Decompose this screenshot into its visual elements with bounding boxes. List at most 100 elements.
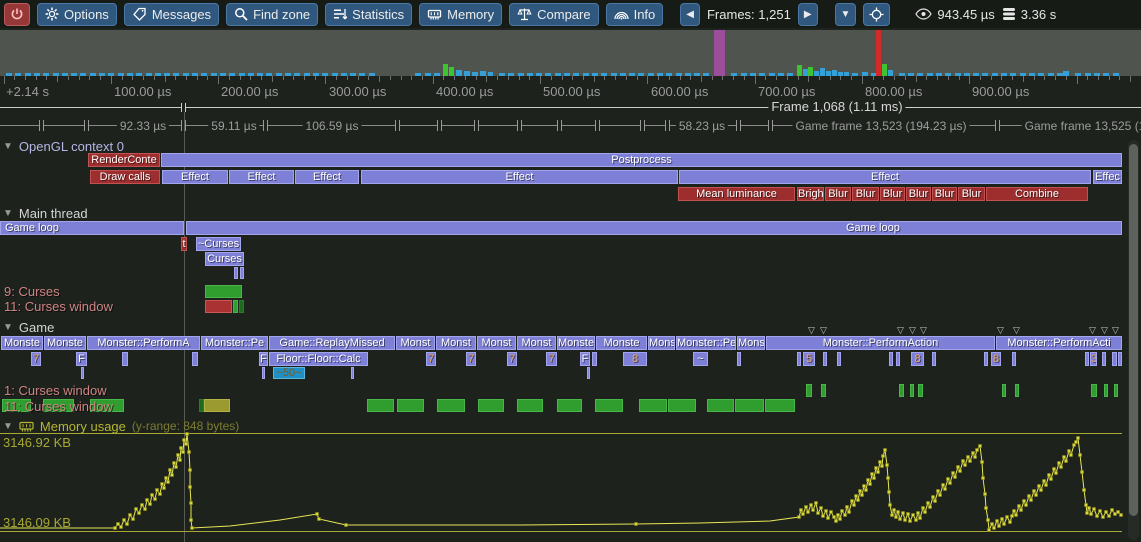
lock-zone-bar[interactable] (899, 384, 904, 397)
lock-zone-bar[interactable] (205, 285, 242, 298)
zone-bar[interactable]: 7 (31, 352, 41, 366)
frame-bar[interactable] (876, 30, 881, 76)
lock-zone-bar[interactable] (918, 384, 923, 397)
zone-bar[interactable]: Monst (436, 336, 476, 350)
lock-zone-bar[interactable] (639, 399, 667, 412)
prev-frame-button[interactable]: ◀ (680, 3, 700, 26)
lock-zone-bar[interactable] (735, 399, 764, 412)
zone-bar[interactable]: ~Curses (196, 237, 241, 251)
zone-bar[interactable] (823, 352, 827, 366)
zone-bar[interactable]: Mean luminance (678, 187, 795, 201)
zone-bar[interactable]: t (181, 237, 187, 251)
zone-bar[interactable] (1102, 352, 1106, 366)
zone-bar[interactable] (122, 352, 128, 366)
zone-bar[interactable] (240, 267, 244, 279)
zone-bar[interactable]: Monst (517, 336, 556, 350)
frame-bar[interactable] (882, 64, 887, 76)
lock-zone-bar[interactable] (821, 384, 826, 397)
frame-bar[interactable] (808, 67, 813, 76)
zone-bar[interactable]: Blur (825, 187, 851, 201)
memory-usage-chart[interactable] (0, 418, 1141, 542)
lock-zone-bar[interactable] (765, 399, 795, 412)
message-marker-icon[interactable]: ▽ (1013, 326, 1020, 335)
compare-button[interactable]: Compare (509, 3, 598, 26)
thread-header-opengl[interactable]: ▼ OpenGL context 0 (3, 139, 124, 153)
frame-separators[interactable]: 92.33 µs59.11 µs106.59 µs58.23 µsGame fr… (0, 118, 1141, 134)
collapse-icon[interactable]: ▼ (3, 208, 13, 219)
zone-bar[interactable]: Monster::Pe (201, 336, 268, 350)
frame-boundary-line[interactable]: Frame 1,068 (1.11 ms) (0, 100, 1141, 114)
zone-bar[interactable]: Monste (1, 336, 43, 350)
zone-bar[interactable]: Monster::PerformActi (996, 336, 1122, 350)
frame-time-graph[interactable] (0, 30, 1141, 76)
frame-bar[interactable] (820, 68, 825, 76)
message-marker-icon[interactable]: ▽ (897, 326, 904, 335)
zone-bar[interactable] (1118, 352, 1122, 366)
lock-zone-bar[interactable] (517, 399, 543, 412)
collapse-frames-button[interactable]: ▼ (835, 3, 857, 26)
zone-bar[interactable]: Game loop (186, 221, 1122, 235)
zone-bar[interactable]: Combine (986, 187, 1088, 201)
zone-bar[interactable] (351, 367, 354, 379)
zone-bar[interactable]: 7 (546, 352, 557, 366)
zone-bar[interactable]: Blur (852, 187, 879, 201)
zone-bar[interactable]: Monst (477, 336, 516, 350)
memory-button[interactable]: Memory (419, 3, 502, 26)
message-marker-icon[interactable]: ▽ (997, 326, 1004, 335)
zone-bar[interactable]: Floor::Floor::Calc (269, 352, 368, 366)
scrollbar-thumb[interactable] (1129, 144, 1138, 516)
zone-bar[interactable]: Monste (596, 336, 647, 350)
zone-bar[interactable] (737, 352, 741, 366)
zone-bar[interactable] (587, 367, 590, 379)
lock-zone-bar[interactable] (205, 300, 232, 313)
lock-zone-bar[interactable] (668, 399, 696, 412)
statistics-button[interactable]: Statistics (325, 3, 412, 26)
zone-bar[interactable]: Draw calls (90, 170, 160, 184)
zone-bar[interactable]: Postprocess (161, 153, 1122, 167)
zone-bar[interactable]: ~50~ (273, 367, 305, 379)
message-marker-icon[interactable]: ▽ (909, 326, 916, 335)
lock-zone-bar[interactable] (1015, 384, 1019, 397)
zone-bar[interactable] (192, 352, 198, 366)
lock-zone-bar[interactable] (397, 399, 424, 412)
zone-bar[interactable]: Blur (958, 187, 985, 201)
collapse-icon[interactable]: ▼ (3, 322, 13, 333)
lock-zone-bar[interactable] (233, 300, 238, 313)
zone-bar[interactable]: 7 (466, 352, 476, 366)
zone-bar[interactable] (1012, 352, 1016, 366)
zone-bar[interactable]: F (76, 352, 87, 366)
vertical-scrollbar[interactable] (1128, 140, 1139, 540)
lock-zone-bar[interactable] (1091, 384, 1097, 397)
zone-bar[interactable] (896, 352, 900, 366)
zone-bar[interactable]: Monste (557, 336, 595, 350)
lock-label[interactable]: 11: Curses window (4, 300, 113, 314)
lock-zone-bar[interactable] (437, 399, 465, 412)
crosshair-button[interactable] (863, 3, 890, 26)
zone-bar[interactable] (234, 267, 238, 279)
zone-bar[interactable]: Curses (205, 252, 244, 266)
message-marker-icon[interactable]: ▽ (808, 326, 815, 335)
zone-bar[interactable] (262, 367, 265, 379)
lock-zone-bar[interactable] (707, 399, 734, 412)
zone-bar[interactable]: ~ (693, 352, 708, 366)
zone-bar[interactable]: 8 (623, 352, 647, 366)
power-button[interactable] (4, 3, 30, 26)
message-marker-icon[interactable]: ▽ (820, 326, 827, 335)
zone-bar[interactable]: Mons (737, 336, 765, 350)
zone-bar[interactable] (81, 367, 84, 379)
lock-label[interactable]: 11: Curses window (4, 400, 113, 414)
lock-zone-bar[interactable] (367, 399, 394, 412)
message-marker-icon[interactable]: ▽ (920, 326, 927, 335)
info-button[interactable]: Info (606, 3, 664, 26)
message-marker-icon[interactable]: ▽ (1101, 326, 1108, 335)
lock-zone-bar[interactable] (557, 399, 582, 412)
lock-zone-bar[interactable] (1104, 384, 1108, 397)
zone-bar[interactable]: Effect (162, 170, 228, 184)
zone-bar[interactable]: RenderConte (88, 153, 160, 167)
zone-bar[interactable]: Effect (679, 170, 1091, 184)
zone-bar[interactable]: Monste (44, 336, 86, 350)
thread-header-game[interactable]: ▼ Game (3, 320, 54, 334)
thread-header-main[interactable]: ▼ Main thread (3, 206, 88, 220)
zone-bar[interactable]: Game loop (0, 221, 184, 235)
zone-bar[interactable]: Blur (932, 187, 957, 201)
